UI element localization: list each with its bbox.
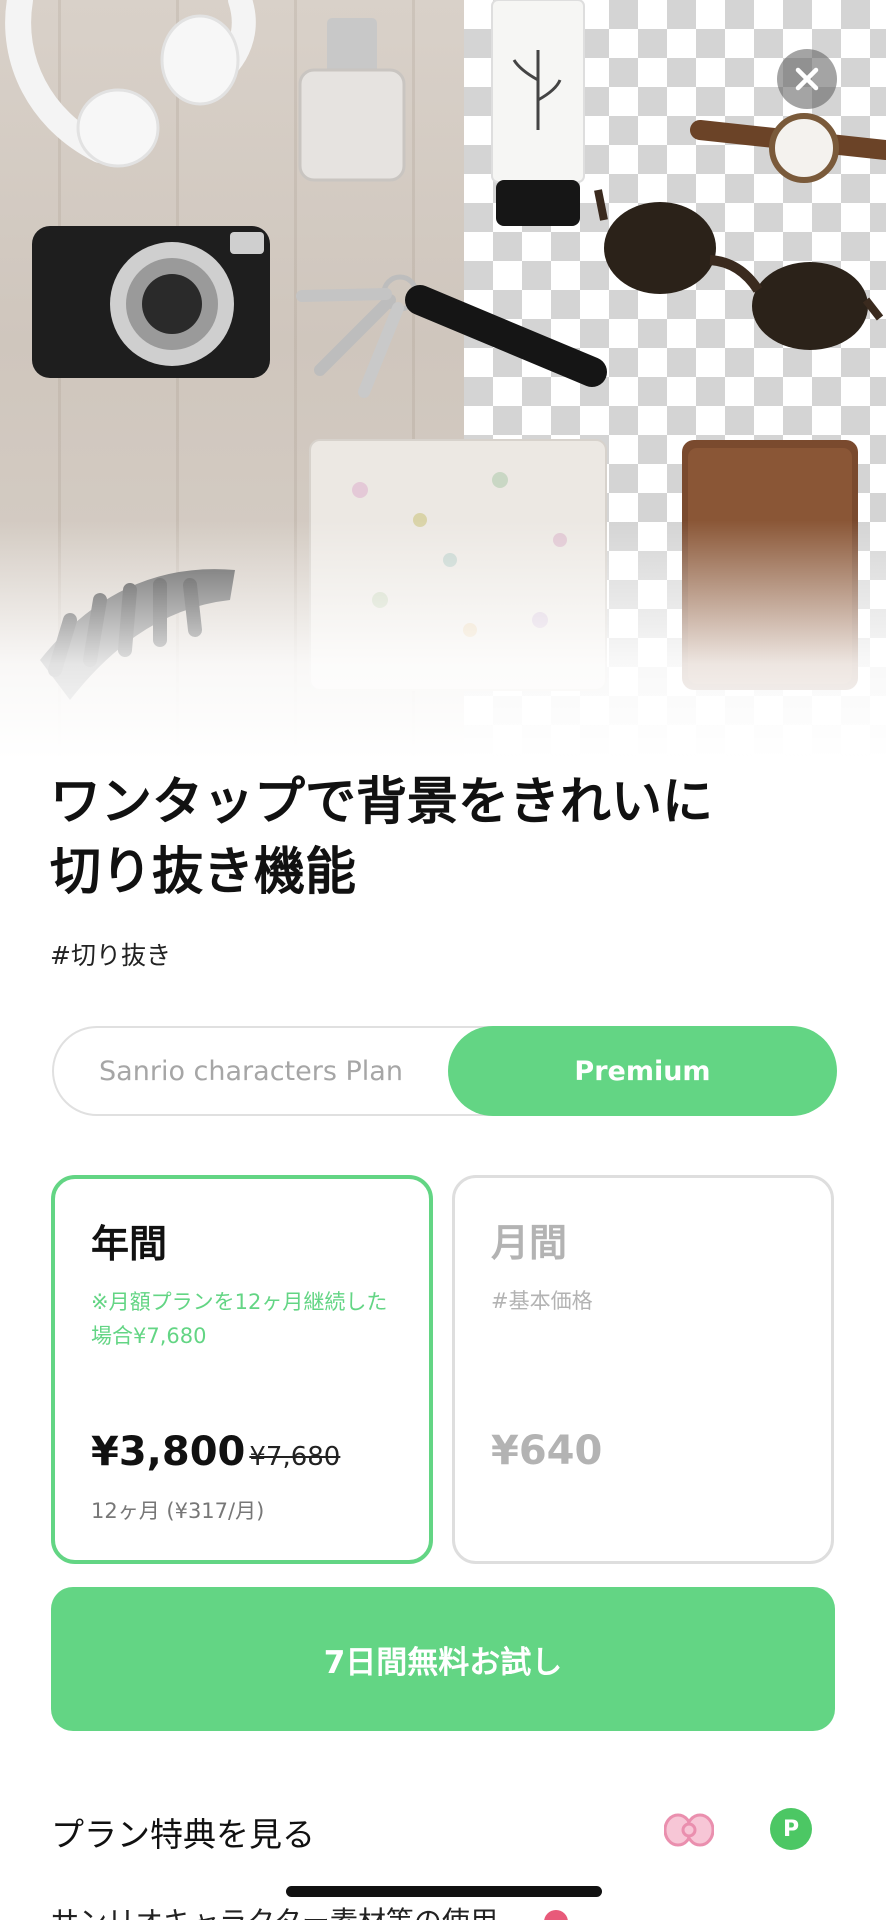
annual-price-row: ¥3,800 ¥7,680 [91, 1429, 340, 1475]
hero-fade-overlay [0, 520, 886, 760]
annual-original-price: ¥7,680 [249, 1442, 341, 1472]
feature-hashtag: #切り抜き [50, 941, 171, 970]
monthly-price: ¥640 [491, 1428, 603, 1474]
headphones-image [5, 0, 256, 168]
feature-headline: ワンタップで背景をきれいに 切り抜き機能 [50, 768, 840, 908]
wristwatch-image [690, 113, 886, 183]
home-indicator [286, 1886, 602, 1897]
monthly-plan-card[interactable]: 月間 #基本価格 ¥640 [452, 1175, 834, 1564]
perfume-bottle-image [298, 18, 406, 182]
camera-image [32, 226, 270, 378]
headline-line-1: ワンタップで背景をきれいに [50, 773, 714, 832]
close-button[interactable] [777, 49, 837, 109]
monthly-plan-title: 月間 [491, 1221, 568, 1265]
annual-price-breakdown: 12ヶ月 (¥317/月) [91, 1499, 265, 1523]
annual-plan-card[interactable]: 年間 ※月額プランを12ヶ月継続した場合¥7,680 ¥3,800 ¥7,680… [51, 1175, 433, 1564]
headline-line-2: 切り抜き機能 [50, 843, 357, 902]
annual-plan-title: 年間 [91, 1222, 168, 1266]
close-icon [795, 67, 819, 91]
hero-illustration [0, 0, 886, 760]
monthly-plan-note: #基本価格 [491, 1289, 593, 1313]
sunglasses-image [594, 189, 884, 350]
benefit-list-item: サンリオキャラクター素材等の使用 [51, 1900, 571, 1920]
annual-price: ¥3,800 [91, 1429, 246, 1475]
plan-option-sanrio[interactable]: Sanrio characters Plan [54, 1026, 448, 1116]
keys-image [296, 274, 607, 398]
cream-tube-image [491, 0, 585, 226]
monthly-price-row: ¥640 [491, 1428, 602, 1474]
view-plan-benefits-link[interactable]: プラン特典を見る [51, 1808, 315, 1856]
ribbon-bow-icon [664, 1813, 714, 1847]
plan-type-switch: Sanrio characters Plan Premium [52, 1026, 837, 1116]
points-icon: P [770, 1808, 812, 1850]
free-trial-button[interactable]: 7日間無料お試し [51, 1587, 835, 1731]
plan-option-premium[interactable]: Premium [448, 1026, 837, 1116]
annual-plan-note: ※月額プランを12ヶ月継続した場合¥7,680 [91, 1290, 388, 1348]
